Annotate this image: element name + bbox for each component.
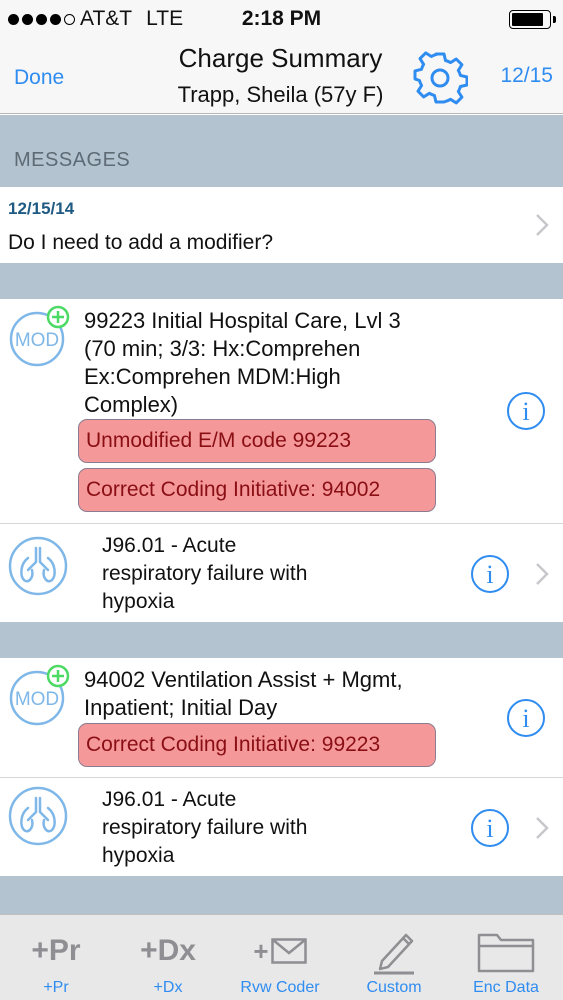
info-icon[interactable]: i: [506, 698, 546, 738]
svg-text:i: i: [522, 704, 529, 733]
patient-name: Trapp, Sheila (57y F): [177, 82, 384, 107]
gear-icon[interactable]: [412, 50, 468, 106]
procedure-description: 99223 Initial Hospital Care, Lvl 3 (70 m…: [84, 308, 401, 417]
messages-header-label: MESSAGES: [14, 149, 131, 171]
tab-encounter-data[interactable]: Enc Data: [450, 915, 562, 1000]
diagnosis-description: J96.01 - Acute respiratory failure with …: [102, 534, 308, 613]
svg-text:MOD: MOD: [15, 689, 59, 710]
chevron-right-icon: [536, 563, 549, 585]
svg-text:i: i: [486, 560, 493, 589]
tab-label: +Dx: [153, 979, 183, 996]
lungs-icon: [8, 536, 68, 596]
modifier-icon[interactable]: MOD: [6, 303, 70, 367]
navigation-bar: Done Charge Summary Trapp, Sheila (57y F…: [0, 38, 563, 114]
encounter-date[interactable]: 12/15: [500, 64, 553, 88]
tab-add-diagnosis[interactable]: +Dx +Dx: [112, 915, 224, 1000]
message-date: 12/15/14: [8, 199, 75, 218]
lungs-icon: [8, 786, 68, 846]
section-spacer: [0, 263, 563, 299]
svg-text:MOD: MOD: [15, 330, 59, 351]
tab-label: +Pr: [43, 979, 69, 996]
info-icon[interactable]: i: [470, 808, 510, 848]
warning-badge[interactable]: Unmodified E/M code 99223: [78, 419, 436, 463]
info-icon[interactable]: i: [506, 391, 546, 431]
diagnosis-row[interactable]: J96.01 - Acute respiratory failure with …: [0, 524, 563, 622]
add-procedure-icon: +Pr: [31, 934, 81, 967]
section-spacer: [0, 622, 563, 658]
chevron-right-icon: [536, 817, 549, 839]
procedure-description: 94002 Ventilation Assist + Mgmt, Inpatie…: [84, 667, 403, 720]
section-spacer: [0, 876, 563, 914]
status-bar: AT&T LTE 2:18 PM: [0, 0, 563, 38]
tab-label: Enc Data: [473, 979, 539, 996]
info-icon[interactable]: i: [470, 554, 510, 594]
warning-badge[interactable]: Correct Coding Initiative: 94002: [78, 468, 436, 512]
pencil-icon: [338, 929, 450, 975]
modifier-icon[interactable]: MOD: [6, 662, 70, 726]
chevron-right-icon: [536, 214, 549, 236]
message-item[interactable]: 12/15/14 Do I need to add a modifier?: [0, 187, 563, 263]
svg-text:i: i: [522, 397, 529, 426]
diagnosis-description: J96.01 - Acute respiratory failure with …: [102, 788, 308, 867]
procedure-row[interactable]: MOD 99223 Initial Hospital Care, Lvl 3 (…: [0, 299, 563, 524]
tab-custom[interactable]: Custom: [338, 915, 450, 1000]
tab-bar: +Pr +Pr +Dx +Dx + Rvw Coder Custom Enc D…: [0, 914, 563, 1000]
tab-review-coder[interactable]: + Rvw Coder: [224, 915, 336, 1000]
tab-label: Rvw Coder: [240, 979, 320, 996]
tab-add-procedure[interactable]: +Pr +Pr: [0, 915, 112, 1000]
add-diagnosis-icon: +Dx: [140, 934, 196, 967]
messages-section-header: MESSAGES: [0, 115, 563, 187]
diagnosis-row[interactable]: J96.01 - Acute respiratory failure with …: [0, 778, 563, 876]
warning-badge[interactable]: Correct Coding Initiative: 99223: [78, 723, 436, 767]
clock: 2:18 PM: [241, 7, 322, 30]
page-title-block: Charge Summary Trapp, Sheila (57y F): [0, 43, 563, 108]
message-text: Do I need to add a modifier?: [8, 231, 274, 254]
page-title: Charge Summary: [178, 43, 383, 73]
procedure-row[interactable]: MOD 94002 Ventilation Assist + Mgmt, Inp…: [0, 658, 563, 778]
tab-label: Custom: [366, 979, 422, 996]
envelope-icon: +: [224, 929, 336, 973]
battery-icon: [509, 10, 556, 29]
folder-icon: [450, 929, 562, 973]
svg-text:i: i: [486, 814, 493, 843]
